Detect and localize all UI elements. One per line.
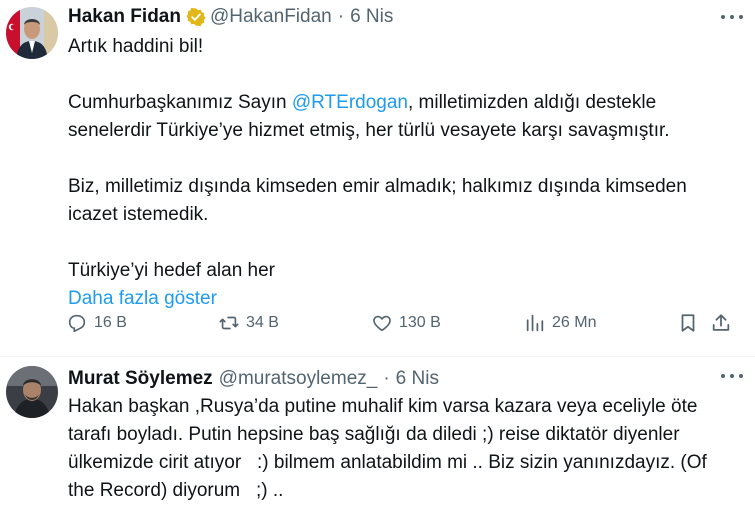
author-handle[interactable]: @HakanFidan [210,6,332,28]
tweet-line: Artık haddini bil! [68,36,204,57]
bookmark-button[interactable] [677,310,699,336]
views-chart-icon [526,314,544,332]
tweet-line: tarafı boyladı. Putin hepsine baş sağlığ… [68,424,680,445]
tweet-line: senelerdir Türkiye’ye hizmet etmiş, her … [68,120,670,141]
author-handle[interactable]: @muratsoylemez_ [219,368,378,390]
more-options-icon[interactable] [721,374,743,380]
views-count: 26 Mn [552,314,597,331]
mention-link[interactable]: @RTErdogan [292,92,408,113]
bookmark-icon [681,314,695,332]
tweet-hakan-fidan[interactable]: Hakan Fidan @HakanFidan · 6 Nis Artık ha… [0,0,755,357]
author-name[interactable]: Hakan Fidan [68,6,181,28]
tweet-date[interactable]: 6 Nis [350,6,393,28]
tweet-header: Hakan Fidan @HakanFidan · 6 Nis [68,6,725,28]
tweet-murat-soylemez[interactable]: Murat Söylemez @muratsoylemez_ · 6 Nis H… [0,357,755,502]
tweet-paragraph: Cumhurbaşkanımız Sayın @RTErdogan, mille… [68,89,739,117]
tweet-line: Biz, milletimiz dışında kimseden emir al… [68,176,687,197]
text-span: Cumhurbaşkanımız Sayın [68,92,292,113]
avatar-photo [6,7,58,59]
avatar[interactable] [6,7,58,59]
like-button[interactable]: 130 B [371,310,441,336]
repost-icon [219,316,239,330]
more-options-icon[interactable] [721,15,743,21]
tweet-line: Hakan başkan ,Rusya’da putine muhalif ki… [68,396,698,417]
tweet-header: Murat Söylemez @muratsoylemez_ · 6 Nis [68,368,725,390]
tweet-text: Hakan başkan ,Rusya’da putine muhalif ki… [68,393,739,505]
reply-icon [68,314,86,333]
tweet-actions: 16 B 34 B 130 B 26 Mn [66,310,743,336]
avatar-photo [6,366,58,418]
repost-button[interactable]: 34 B [218,310,279,336]
avatar[interactable] [6,366,58,418]
author-name[interactable]: Murat Söylemez [68,368,213,390]
tweet-line: icazet istemedik. [68,204,209,225]
tweet-date[interactable]: 6 Nis [396,368,439,390]
heart-icon [373,315,391,332]
share-icon [712,314,730,331]
like-count: 130 B [399,314,441,331]
show-more-link[interactable]: Daha fazla göster [68,285,739,313]
text-span: , milletimizden aldığı destekle [407,92,657,113]
verified-badge-icon[interactable] [186,7,206,27]
reply-button[interactable]: 16 B [66,310,127,336]
repost-count: 34 B [246,314,279,331]
separator-dot: · [383,368,390,389]
reply-count: 16 B [94,314,127,331]
tweet-line: Türkiye’yi hedef alan her [68,260,275,281]
tweet-text: Artık haddini bil! Cumhurbaşkanımız Sayı… [68,33,739,313]
separator-dot: · [337,6,345,27]
tweet-line: the Record) diyorum ;) .. [68,480,284,501]
share-button[interactable] [710,310,732,336]
views-button[interactable]: 26 Mn [524,310,596,336]
tweet-line: ülkemizde cirit atıyor :) bilmem anlatab… [68,452,707,473]
